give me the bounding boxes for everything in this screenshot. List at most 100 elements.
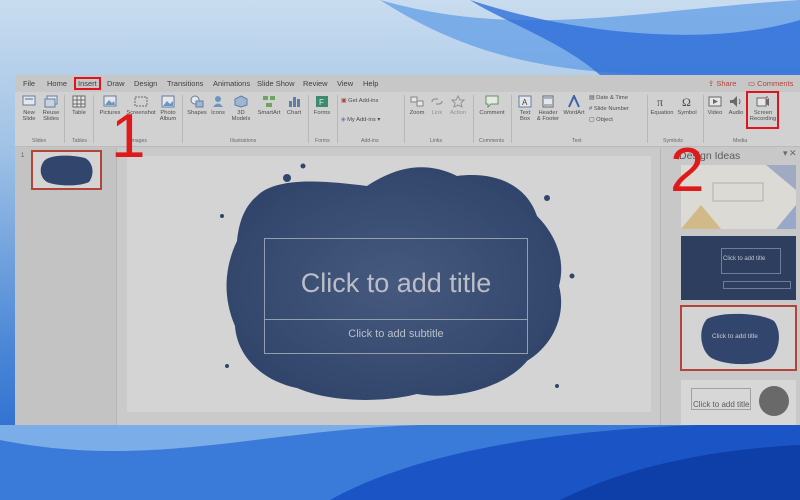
header-footer-button[interactable]: Header & Footer [535, 95, 561, 123]
group-label-forms: Forms [315, 138, 330, 144]
close-icon[interactable]: ✕ [789, 148, 797, 159]
design-idea-4[interactable]: Click to add title [681, 380, 796, 425]
chevron-down-icon[interactable]: ▾ [783, 148, 788, 159]
tab-animations[interactable]: Animations [213, 79, 250, 88]
action-icon [451, 95, 465, 108]
table-button[interactable]: Table [68, 95, 90, 116]
shapes-icon [190, 95, 204, 108]
equation-button[interactable]: π Equation [649, 95, 675, 116]
3d-models-button[interactable]: 3D Models [229, 95, 253, 123]
separator [337, 95, 338, 143]
smartart-button[interactable]: SmartArt [255, 95, 283, 116]
group-label-illustrations: Illustrations [230, 138, 257, 144]
ribbon-tab-bar: File Home Insert Draw Design Transitions… [15, 75, 800, 92]
separator [647, 95, 648, 143]
svg-text:F: F [319, 98, 324, 107]
comment-icon [485, 95, 499, 108]
table-icon [72, 95, 86, 108]
tab-design[interactable]: Design [134, 79, 157, 88]
speaker-icon [730, 96, 741, 107]
slide-thumbnail-pane: 1 [15, 148, 117, 425]
slide-canvas: Click to add title Click to add subtitle [119, 148, 660, 425]
separator [511, 95, 512, 143]
group-label-addins: Add-ins [361, 138, 379, 144]
video-button[interactable]: Video [705, 95, 725, 116]
separator [93, 95, 94, 143]
slide-number-label: 1 [21, 153, 25, 159]
tab-help[interactable]: Help [363, 79, 378, 88]
separator [404, 95, 405, 143]
reuse-slides-icon [44, 95, 58, 108]
shapes-button[interactable]: Shapes [186, 95, 208, 116]
separator [308, 95, 309, 143]
insert-tab-highlight [74, 77, 101, 90]
omega-icon: Ω [682, 95, 691, 108]
reuse-slides-button[interactable]: Reuse Slides [40, 95, 62, 123]
group-label-tables: Tables [72, 138, 87, 144]
link-icon [431, 98, 443, 105]
zoom-icon [410, 96, 424, 107]
step-number-1: 1 [111, 102, 146, 171]
group-label-text: Text [572, 138, 582, 144]
separator [182, 95, 183, 143]
subtitle-placeholder[interactable]: Click to add subtitle [264, 328, 528, 340]
pi-icon: π [657, 95, 663, 108]
date-time-button[interactable]: ▤ Date & Time [589, 95, 645, 101]
step-number-2: 2 [670, 136, 705, 205]
text-box-icon: A [518, 95, 532, 108]
photo-album-button[interactable]: Photo Album [156, 95, 180, 123]
tab-home[interactable]: Home [47, 79, 67, 88]
photo-album-icon [161, 95, 175, 108]
slide[interactable]: Click to add title Click to add subtitle [127, 156, 651, 412]
svg-text:A: A [522, 98, 528, 107]
tab-view[interactable]: View [337, 79, 353, 88]
group-label-links: Links [430, 138, 443, 144]
header-footer-icon [542, 95, 554, 108]
share-button[interactable]: ⇪ Share [708, 79, 736, 88]
cube-icon [234, 95, 248, 108]
design-idea-3[interactable]: Click to add title [680, 305, 797, 371]
group-label-media: Media [733, 138, 748, 144]
video-icon [708, 96, 722, 107]
forms-button[interactable]: F Forms [312, 95, 332, 116]
link-button[interactable]: Link [429, 95, 445, 116]
tab-file[interactable]: File [23, 79, 35, 88]
slide-number-button[interactable]: # Slide Number [589, 106, 645, 112]
forms-icon: F [316, 96, 328, 107]
object-button[interactable]: ▢ Object [589, 117, 645, 123]
chart-icon [289, 97, 300, 107]
my-addins-button[interactable]: ◈ My Add-ins ▾ [341, 117, 401, 123]
separator [64, 95, 65, 143]
chart-button[interactable]: Chart [285, 95, 303, 116]
icons-icon [213, 96, 223, 107]
tab-draw[interactable]: Draw [107, 79, 125, 88]
divider [264, 319, 528, 320]
design-idea-2[interactable]: Click to add title [681, 236, 796, 300]
screen-recording-highlight [746, 91, 779, 129]
tab-transitions[interactable]: Transitions [167, 79, 203, 88]
get-addins-button[interactable]: ▣ Get Add-ins [341, 98, 401, 104]
zoom-button[interactable]: Zoom [407, 95, 427, 116]
comments-icon: ▭ [748, 79, 758, 88]
tab-review[interactable]: Review [303, 79, 328, 88]
new-slide-icon [22, 95, 36, 106]
title-placeholder[interactable]: Click to add title [264, 268, 528, 299]
symbol-button[interactable]: Ω Symbol [675, 95, 699, 116]
wordart-icon [568, 95, 580, 108]
comment-button[interactable]: Comment [477, 95, 507, 116]
slide-thumbnail[interactable] [31, 150, 102, 190]
group-label-comments: Comments [479, 138, 505, 144]
new-slide-button[interactable]: New Slide [18, 95, 40, 123]
separator [473, 95, 474, 143]
comments-button[interactable]: ▭ Comments [748, 79, 793, 88]
icons-button[interactable]: Icons [209, 95, 227, 116]
svg-text:Ω: Ω [682, 95, 691, 108]
smartart-icon [263, 96, 275, 107]
tab-slide-show[interactable]: Slide Show [257, 79, 295, 88]
text-box-button[interactable]: A Text Box [515, 95, 535, 123]
audio-button[interactable]: Audio [726, 95, 746, 116]
wordart-button[interactable]: WordArt [561, 95, 587, 116]
action-button[interactable]: Action [448, 95, 468, 116]
svg-text:π: π [657, 95, 663, 108]
chevron-down-icon: ▾ [375, 117, 381, 123]
